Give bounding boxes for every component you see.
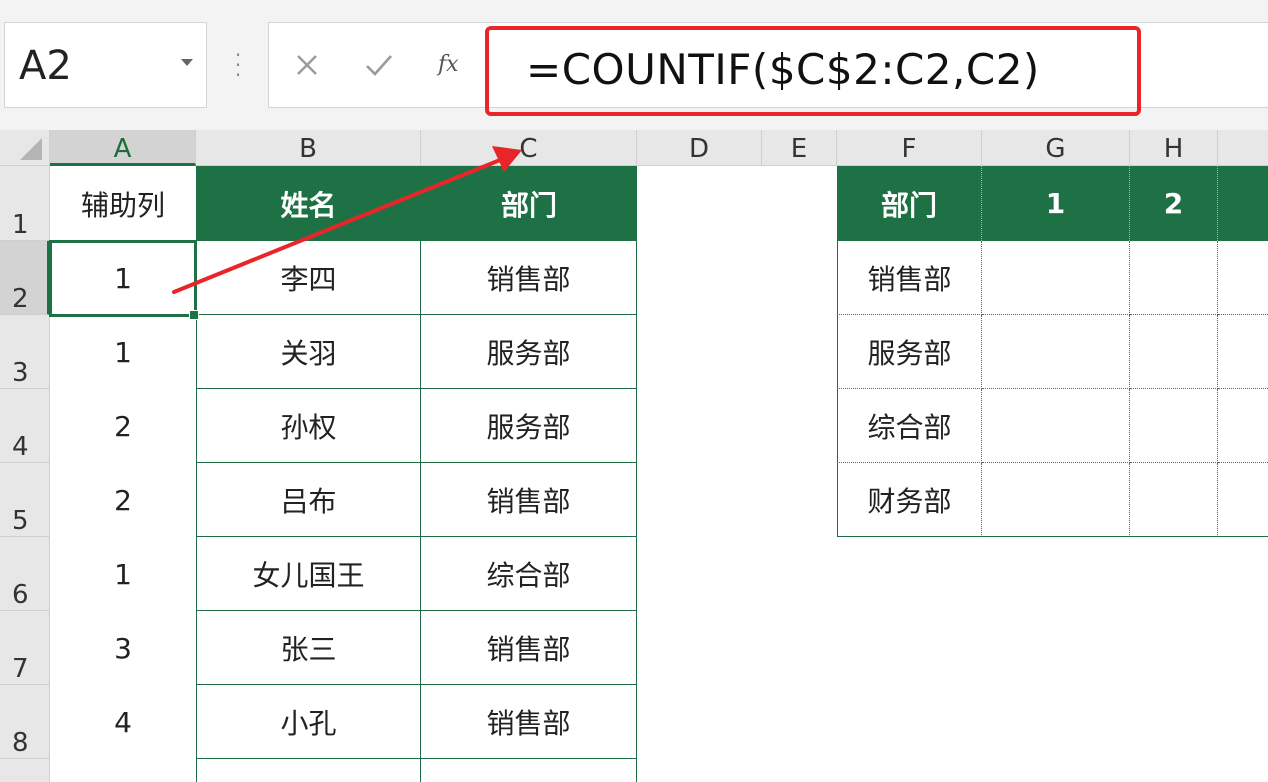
- column-header-b[interactable]: B: [196, 130, 421, 166]
- dept-cell-2[interactable]: 服务部: [837, 315, 982, 389]
- count-cell[interactable]: [1218, 463, 1268, 537]
- count-cell[interactable]: [1130, 463, 1218, 537]
- header-cell-name[interactable]: 姓名: [196, 166, 421, 241]
- name-cell[interactable]: 关羽: [196, 315, 421, 389]
- row-header-6[interactable]: 6: [0, 537, 50, 611]
- dept-cell[interactable]: 销售部: [421, 685, 637, 759]
- row-number: 7: [12, 654, 29, 684]
- column-header-a[interactable]: A: [50, 130, 196, 166]
- dept-cell[interactable]: 销售部: [421, 241, 637, 315]
- column-header-e[interactable]: E: [762, 130, 837, 166]
- chevron-down-icon[interactable]: [181, 59, 193, 66]
- header-cell-2[interactable]: 2: [1130, 166, 1218, 241]
- dept-cell[interactable]: 综合部: [421, 537, 637, 611]
- row-header-7[interactable]: 7: [0, 611, 50, 685]
- dept-cell[interactable]: 服务部: [421, 315, 637, 389]
- check-icon[interactable]: [362, 44, 396, 84]
- row-header-4[interactable]: 4: [0, 389, 50, 463]
- row-header-5[interactable]: 5: [0, 463, 50, 537]
- dept-cell[interactable]: 服务部: [421, 389, 637, 463]
- column-header-g[interactable]: G: [982, 130, 1130, 166]
- fx-icon[interactable]: fx: [438, 52, 459, 77]
- name-box-value: A2: [19, 43, 72, 89]
- column-header-next[interactable]: [1218, 130, 1268, 166]
- x-icon[interactable]: [292, 44, 322, 84]
- helper-cell[interactable]: 3: [50, 611, 196, 685]
- name-cell[interactable]: [196, 759, 421, 782]
- column-header-f[interactable]: F: [837, 130, 982, 166]
- row-header-2[interactable]: 2: [0, 241, 50, 315]
- column-header-c[interactable]: C: [421, 130, 637, 166]
- row-number: 5: [12, 506, 29, 536]
- name-box[interactable]: A2: [4, 22, 207, 108]
- count-cell[interactable]: [982, 389, 1130, 463]
- count-cell[interactable]: [982, 315, 1130, 389]
- row-number: 8: [12, 728, 29, 758]
- helper-cell[interactable]: 2: [50, 389, 196, 463]
- header-cell-helper[interactable]: 辅助列: [50, 166, 196, 241]
- count-cell[interactable]: [982, 241, 1130, 315]
- row-number: 6: [12, 580, 29, 610]
- row-header-8[interactable]: 8: [0, 685, 50, 759]
- count-cell[interactable]: [1218, 315, 1268, 389]
- count-cell[interactable]: [1130, 315, 1218, 389]
- count-cell[interactable]: [982, 463, 1130, 537]
- row-number: 3: [12, 358, 29, 388]
- header-cell-dept[interactable]: 部门: [421, 166, 637, 241]
- dept-cell-2[interactable]: 财务部: [837, 463, 982, 537]
- row-header-3[interactable]: 3: [0, 315, 50, 389]
- row-header-9[interactable]: [0, 759, 50, 782]
- dept-cell-2[interactable]: 销售部: [837, 241, 982, 315]
- count-cell[interactable]: [1218, 389, 1268, 463]
- name-cell[interactable]: 张三: [196, 611, 421, 685]
- helper-cell[interactable]: 2: [50, 463, 196, 537]
- more-vertical-icon[interactable]: · · ·: [232, 45, 244, 85]
- dept-cell[interactable]: 销售部: [421, 611, 637, 685]
- name-cell[interactable]: 孙权: [196, 389, 421, 463]
- row-number: 4: [12, 432, 29, 462]
- row-number: 1: [12, 210, 29, 240]
- name-cell[interactable]: 女儿国王: [196, 537, 421, 611]
- count-cell[interactable]: [1130, 241, 1218, 315]
- helper-cell[interactable]: 4: [50, 685, 196, 759]
- dept-cell-2[interactable]: 综合部: [837, 389, 982, 463]
- active-cell-border: [49, 240, 197, 317]
- column-header-h[interactable]: H: [1130, 130, 1218, 166]
- helper-cell[interactable]: 1: [50, 315, 196, 389]
- row-number: 2: [12, 284, 29, 314]
- dept-cell[interactable]: [421, 759, 637, 782]
- helper-cell[interactable]: 1: [50, 537, 196, 611]
- fill-handle[interactable]: [189, 310, 199, 320]
- header-cell-1[interactable]: 1: [982, 166, 1130, 241]
- name-cell[interactable]: 李四: [196, 241, 421, 315]
- header-cell-next[interactable]: [1218, 166, 1268, 241]
- select-all-triangle-icon: [20, 138, 42, 160]
- count-cell[interactable]: [1130, 389, 1218, 463]
- column-header-d[interactable]: D: [637, 130, 762, 166]
- formula-highlight-box: [485, 26, 1141, 116]
- dept-cell[interactable]: 销售部: [421, 463, 637, 537]
- row-header-1[interactable]: 1: [0, 166, 50, 241]
- count-cell[interactable]: [1218, 241, 1268, 315]
- name-cell[interactable]: 吕布: [196, 463, 421, 537]
- header-cell-dept2[interactable]: 部门: [837, 166, 982, 241]
- name-cell[interactable]: 小孔: [196, 685, 421, 759]
